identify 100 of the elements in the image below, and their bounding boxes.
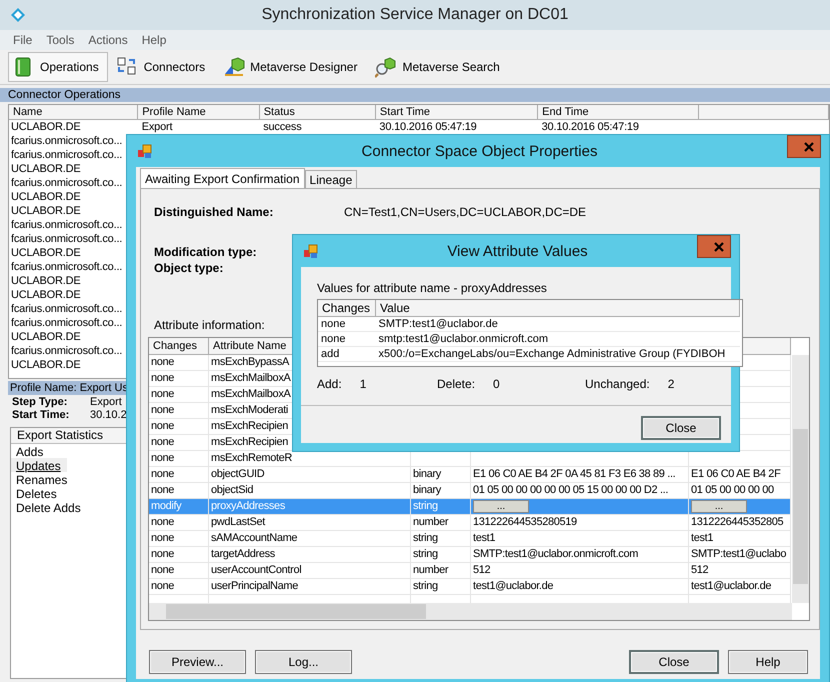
menu-item[interactable]: Tools [39,33,82,47]
tab[interactable]: Lineage [304,170,358,188]
close-button[interactable]: Close [641,416,721,440]
section-label: Values for attribute name - proxyAddresses [317,281,547,295]
table-cell: sAMAccountName [208,530,410,546]
dialog-button[interactable]: Preview... [149,650,246,674]
table-cell: test1 [688,530,790,546]
table-cell: UCLABOR.DE [11,359,81,371]
table-cell: 30.10.2016 05:47:19 [542,121,639,133]
menu-item[interactable]: Actions [81,33,135,47]
table-cell: fcarius.onmicrosoft.co... [11,233,122,245]
table-cell: success [263,121,302,133]
toolbar-button[interactable]: Metaverse Designer [218,52,366,82]
value-button[interactable]: ... [473,500,529,513]
table-cell: string [410,578,470,594]
table-cell: binary [410,466,470,482]
table-cell: number [410,514,470,530]
dialog-button[interactable]: Help [728,650,808,674]
count-value: 0 [493,377,500,391]
value-button[interactable]: ... [691,500,747,513]
vertical-scrollbar[interactable] [792,355,809,603]
field-value: Export [90,396,122,408]
column-header: Value [376,300,740,316]
horizontal-scrollbar[interactable] [149,603,792,620]
table-cell: string [410,498,470,514]
list-item[interactable]: Delete Adds [11,500,87,514]
toolbar-button[interactable]: Operations [8,52,108,82]
toolbar-button[interactable]: Connectors [112,52,214,82]
window-title: Synchronization Service Manager on DC01 [262,6,568,24]
table-cell: UCLABOR.DE [11,163,81,175]
table-cell: none [149,578,208,594]
field-label: Step Type: [12,396,68,408]
table-cell: fcarius.onmicrosoft.co... [11,219,122,231]
table-cell: SMTP:test1@uclabor.de [376,316,740,332]
table-cell: UCLABOR.DE [11,191,81,203]
table-cell: SMTP:test1@uclabo [688,546,790,562]
table-cell: objectGUID [208,466,410,482]
section-label: Attribute information: [154,318,265,332]
table-cell: 30.10.2016 05:47:19 [379,121,477,133]
dialog-button[interactable]: Close [629,650,719,674]
table-cell: pwdLastSet [208,514,410,530]
table-cell: add [318,346,376,362]
table-cell: UCLABOR.DE [11,121,81,133]
close-button[interactable] [787,135,821,158]
table-cell: none [149,354,208,370]
table-cell: 512 [688,562,790,578]
table-cell: fcarius.onmicrosoft.co... [11,149,122,161]
count-value: 2 [668,377,674,391]
window-icon [303,244,318,258]
field-value: CN=Test1,CN=Users,DC=UCLABOR,DC=DE [344,205,586,219]
table-cell: none [149,386,208,402]
table-cell: Export [142,121,172,133]
table-cell: test1@uclabor.de [470,578,688,594]
table-cell: string [410,530,470,546]
column-header: End Time [538,105,698,120]
menu-item[interactable]: File [6,33,40,47]
tab[interactable]: Awaiting Export Confirmation [140,168,305,189]
dialog-button[interactable]: Log... [255,650,352,674]
table-cell: 1312226445352805 [688,514,790,530]
table-cell: none [149,530,208,546]
table-cell: fcarius.onmicrosoft.co... [11,317,122,329]
table-cell: none [149,434,208,450]
column-header: Name [9,105,138,120]
close-icon [804,142,814,152]
table-cell: none [149,418,208,434]
table-cell: E1 06 C0 AE B4 2F 0A 45 81 F3 E6 38 89 ... [470,466,688,482]
section-header: Connector Operations [0,88,830,102]
field-label: Object type: [154,261,224,275]
table-cell: fcarius.onmicrosoft.co... [11,177,122,189]
table-cell: none [149,450,208,466]
table-cell: UCLABOR.DE [11,275,81,287]
field-value: 30.10.2 [90,409,127,421]
list-item[interactable]: Updates [11,458,67,472]
table-cell: UCLABOR.DE [11,205,81,217]
list-item[interactable]: Adds [11,444,50,458]
close-icon [714,242,724,252]
table-cell: none [318,332,376,346]
search-icon [375,56,398,78]
table-cell: x500:/o=ExchangeLabs/ou=Exchange Administrative Group (FYDIBOH [376,346,740,362]
table-cell: none [318,316,376,332]
table-cell: none [149,562,208,578]
count-label: Delete: [437,377,476,391]
column-header: Changes [149,338,208,354]
column-header: Changes [318,300,376,316]
table-cell: userAccountControl [208,562,410,578]
app-icon [10,7,26,23]
table-cell: UCLABOR.DE [11,289,81,301]
column-header: Profile Name [138,105,260,120]
table-cell: E1 06 C0 AE B4 2F [688,466,790,482]
cube-icon [223,56,246,78]
field-label: Start Time: [12,409,70,421]
list-item[interactable]: Renames [11,472,74,486]
list-item[interactable]: Deletes [11,486,63,500]
close-button[interactable] [697,235,731,258]
table-cell: UCLABOR.DE [11,247,81,259]
table-cell: fcarius.onmicrosoft.co... [11,345,122,357]
field-label: Modification type: [154,245,257,259]
menu-item[interactable]: Help [134,33,174,47]
toolbar-button[interactable]: Metaverse Search [370,52,509,82]
count-label: Unchanged: [585,377,650,391]
